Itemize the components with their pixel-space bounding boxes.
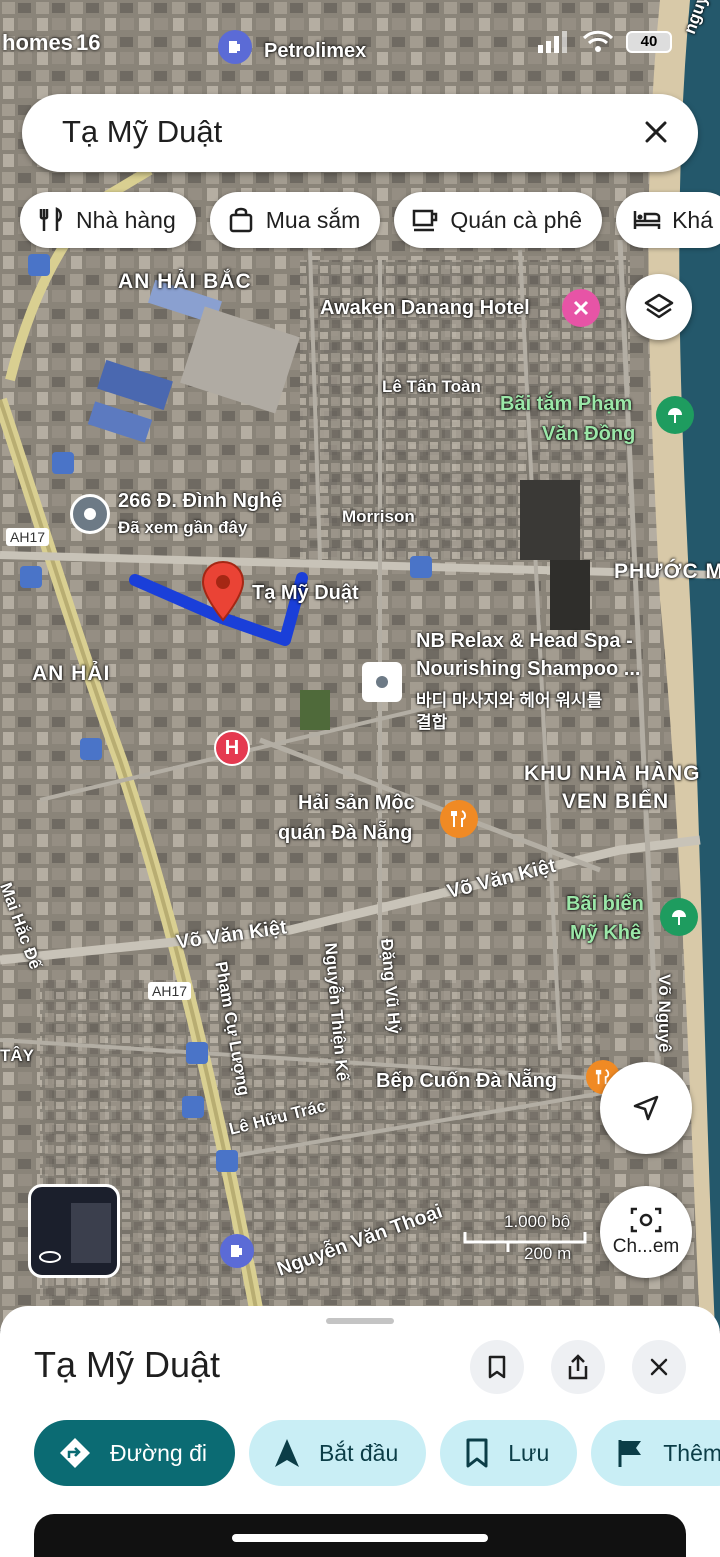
bus-stop-icon[interactable] xyxy=(80,738,102,760)
flag-icon xyxy=(618,1440,642,1467)
map-label-an-hai-bac: AN HẢI BẮC xyxy=(118,270,252,293)
close-icon[interactable] xyxy=(638,114,674,150)
camera-search-icon xyxy=(630,1207,662,1233)
search-query[interactable]: Tạ Mỹ Duật xyxy=(62,114,222,150)
map-label-nb-spa-2[interactable]: Nourishing Shampoo ... xyxy=(416,658,640,681)
map-label-bai-bien-2[interactable]: Mỹ Khê xyxy=(570,922,641,945)
share-icon xyxy=(568,1354,588,1380)
bus-stop-icon[interactable] xyxy=(182,1096,204,1118)
map-label-selected-street[interactable]: Tạ Mỹ Duật xyxy=(252,582,359,605)
share-button[interactable] xyxy=(551,1340,605,1394)
restaurant-pin-icon[interactable] xyxy=(440,800,478,838)
map-label-nb-spa-1[interactable]: NB Relax & Head Spa - xyxy=(416,630,633,653)
battery-indicator: 40 xyxy=(626,31,672,53)
map-label-dinh-nghe-sub: Đã xem gần đây xyxy=(118,518,248,537)
navigation-arrow-icon xyxy=(633,1095,659,1121)
chip-coffee[interactable]: Quán cà phê xyxy=(394,192,603,248)
scale-label-meters: 200 m xyxy=(524,1244,572,1263)
map-label-phuoc-my: PHƯỚC MỸ xyxy=(614,560,720,583)
map-label-bai-bien-1[interactable]: Bãi biển xyxy=(566,893,644,916)
close-sheet-button[interactable] xyxy=(632,1340,686,1394)
chip-label: Quán cà phê xyxy=(450,206,583,233)
map-label-bai-tam-1[interactable]: Bãi tắm Phạm xyxy=(500,393,632,416)
save-label: Lưu xyxy=(508,1439,550,1466)
my-location-button[interactable] xyxy=(600,1062,692,1154)
bus-stop-icon[interactable] xyxy=(28,254,50,276)
chip-shopping[interactable]: Mua sắm xyxy=(209,192,381,248)
map-label-nb-spa-4: 결합 xyxy=(416,713,448,732)
save-button[interactable] xyxy=(470,1340,524,1394)
map-label-hai-san-1[interactable]: Hải sản Mộc xyxy=(298,792,415,815)
gas-station-icon[interactable] xyxy=(220,1234,254,1268)
recent-place-icon[interactable] xyxy=(70,494,110,534)
bus-stop-icon[interactable] xyxy=(186,1042,208,1064)
save-action-button[interactable]: Lưu xyxy=(440,1420,578,1486)
add-label: Thêm xyxy=(663,1439,720,1466)
highway-shield-ah17: AH17 xyxy=(6,528,50,546)
chip-label: Mua sắm xyxy=(265,206,361,233)
beach-pin-icon[interactable] xyxy=(660,898,698,936)
start-button[interactable]: Bắt đầu xyxy=(248,1420,427,1486)
selected-location-pin-icon[interactable] xyxy=(201,560,245,627)
hospital-icon[interactable]: H xyxy=(214,730,250,766)
directions-label: Đường đi xyxy=(110,1439,207,1466)
spa-place-icon[interactable] xyxy=(362,662,402,702)
lens-button[interactable]: Ch...em xyxy=(600,1186,692,1278)
chip-restaurants[interactable]: Nhà hàng xyxy=(20,192,196,248)
search-bar[interactable]: Tạ Mỹ Duật xyxy=(22,94,698,172)
add-button[interactable]: Thêm xyxy=(591,1420,720,1486)
status-time: 16 xyxy=(76,30,101,55)
map-label-an-hai: AN HẢI xyxy=(32,662,111,685)
signal-icon xyxy=(538,31,567,53)
wifi-icon xyxy=(582,30,614,52)
bookmark-icon xyxy=(466,1438,488,1468)
directions-icon xyxy=(60,1438,90,1468)
category-chips: Nhà hàng Mua sắm Quán cà phê Khá xyxy=(20,192,720,248)
directions-button[interactable]: Đường đi xyxy=(34,1420,235,1486)
map-label-awaken-hotel[interactable]: Awaken Danang Hotel xyxy=(320,297,530,320)
status-left-text: homes xyxy=(2,30,73,55)
street-view-thumbnail[interactable] xyxy=(28,1184,120,1278)
hotel-pin-icon[interactable] xyxy=(562,289,600,327)
layers-icon xyxy=(644,293,674,319)
navigation-arrow-icon xyxy=(274,1439,299,1467)
map-label-bep-cuon[interactable]: Bếp Cuốn Đà Nẵng xyxy=(376,1070,557,1093)
bus-stop-icon[interactable] xyxy=(20,566,42,588)
map-label-morrison: Morrison xyxy=(342,507,415,526)
map-label-bai-tam-2[interactable]: Văn Đồng xyxy=(542,423,635,446)
map-label-dinh-nghe[interactable]: 266 Đ. Đình Nghệ xyxy=(118,490,282,513)
place-title: Tạ Mỹ Duật xyxy=(34,1344,221,1385)
chip-label: Khá xyxy=(672,206,713,233)
shopping-bag-icon xyxy=(229,207,252,233)
coffee-icon xyxy=(413,209,438,232)
sheet-drag-handle[interactable] xyxy=(326,1318,394,1324)
map-label-khu-nha-hang-1: KHU NHÀ HÀNG xyxy=(524,762,701,785)
bookmark-icon xyxy=(488,1355,506,1379)
chip-hotels[interactable]: Khá xyxy=(616,192,720,248)
map-label-vo-nguyen: Võ Nguyê xyxy=(655,974,674,1053)
close-icon xyxy=(650,1358,668,1376)
map-label-hai-san-2[interactable]: quán Đà Nẵng xyxy=(278,822,412,845)
bus-stop-icon[interactable] xyxy=(410,556,432,578)
place-bottom-sheet[interactable]: Tạ Mỹ Duật Đường đi Bắt đầu Lưu Thêm xyxy=(0,1306,720,1557)
bus-stop-icon[interactable] xyxy=(52,452,74,474)
start-label: Bắt đầu xyxy=(318,1439,399,1466)
hotel-icon xyxy=(633,211,661,229)
status-bar: homes 16 40 xyxy=(0,20,720,70)
highway-shield-ah17-bottom: AH17 xyxy=(148,982,192,1000)
map-label-le-tan-toan: Lê Tấn Toàn xyxy=(382,377,481,396)
action-buttons: Đường đi Bắt đầu Lưu Thêm xyxy=(34,1420,720,1486)
bus-stop-icon[interactable] xyxy=(216,1150,238,1172)
beach-pin-icon[interactable] xyxy=(656,396,694,434)
layers-button[interactable] xyxy=(626,274,692,340)
scale-label-feet: 1.000 bộ xyxy=(504,1212,571,1231)
map-label-tay: TÂY xyxy=(0,1046,34,1065)
map-label-khu-nha-hang-2: VEN BIỂN xyxy=(562,790,670,813)
street-view-360-icon xyxy=(37,1247,63,1267)
lens-label: Ch...em xyxy=(612,1236,680,1257)
home-indicator[interactable] xyxy=(232,1534,488,1542)
chip-label: Nhà hàng xyxy=(76,206,176,233)
restaurant-icon xyxy=(39,207,62,231)
